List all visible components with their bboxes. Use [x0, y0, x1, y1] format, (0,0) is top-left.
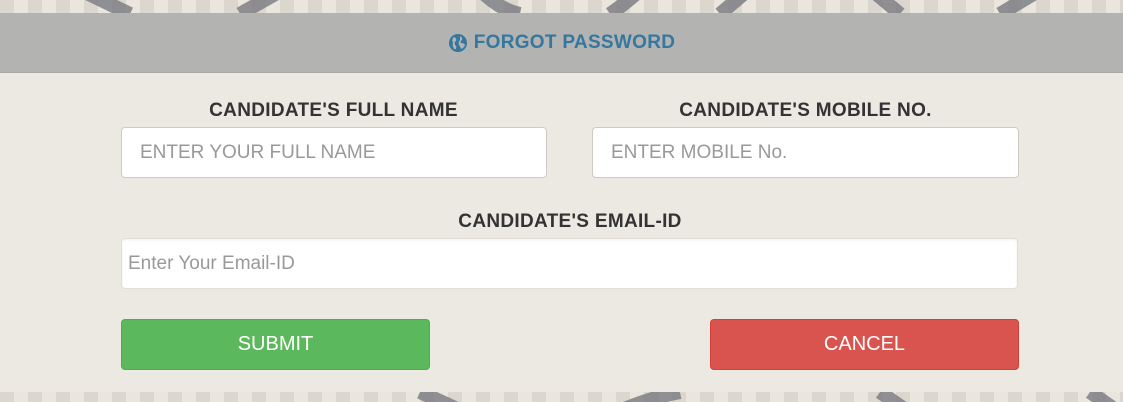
dialog-title: FORGOT PASSWORD	[448, 32, 676, 54]
mobile-input[interactable]	[592, 127, 1019, 178]
dialog-header: FORGOT PASSWORD	[0, 13, 1123, 73]
forgot-password-dialog: FORGOT PASSWORD CANDIDATE'S FULL NAME CA…	[0, 13, 1123, 392]
cancel-button[interactable]: CANCEL	[710, 319, 1019, 370]
cancel-button-label: CANCEL	[823, 333, 906, 355]
submit-button-label: SUBMIT	[237, 333, 314, 355]
full-name-input[interactable]	[121, 127, 547, 178]
submit-button[interactable]: SUBMIT	[121, 319, 430, 370]
email-input[interactable]	[121, 238, 1018, 289]
email-label: CANDIDATE'S EMAIL-ID	[458, 211, 682, 232]
globe-icon	[448, 33, 467, 52]
dialog-title-text: FORGOT PASSWORD	[473, 31, 676, 53]
mobile-label: CANDIDATE'S MOBILE NO.	[679, 100, 932, 121]
full-name-label: CANDIDATE'S FULL NAME	[209, 100, 458, 121]
